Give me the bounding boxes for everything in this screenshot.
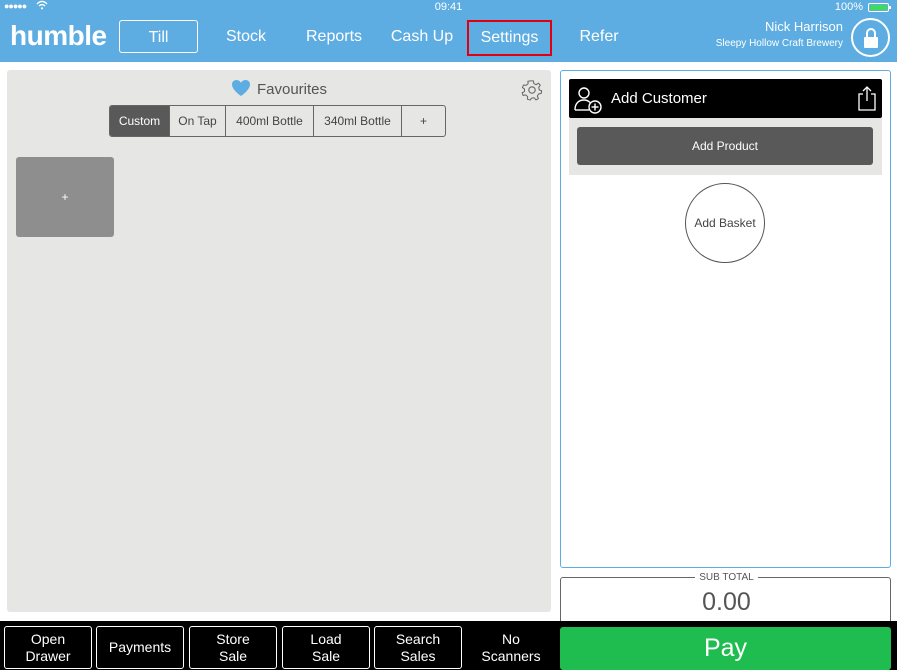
bottom-toolbar: Open Drawer Payments Store Sale Load Sal… bbox=[0, 621, 897, 670]
nav-stock[interactable]: Stock bbox=[211, 20, 281, 53]
payments-button[interactable]: Payments bbox=[96, 626, 184, 669]
heart-icon bbox=[231, 80, 250, 96]
share-icon[interactable] bbox=[856, 85, 878, 111]
app-header: humble Till Stock Reports Cash Up Settin… bbox=[0, 14, 897, 62]
nav-reports[interactable]: Reports bbox=[296, 20, 372, 53]
subtotal-label: SUB TOTAL bbox=[695, 572, 758, 583]
status-bar: ●●●●● 09:41 100% bbox=[0, 0, 897, 14]
lock-button[interactable] bbox=[851, 18, 890, 57]
no-scanners-status[interactable]: No Scanners bbox=[467, 626, 555, 669]
tab-custom[interactable]: Custom bbox=[110, 106, 169, 136]
open-drawer-button[interactable]: Open Drawer bbox=[4, 626, 92, 669]
clock: 09:41 bbox=[434, 1, 463, 13]
nav-till[interactable]: Till bbox=[119, 20, 198, 53]
nav-refer[interactable]: Refer bbox=[565, 20, 633, 53]
add-person-icon bbox=[574, 87, 602, 114]
subtotal-value: 0.00 bbox=[702, 588, 751, 616]
add-basket-button[interactable]: Add Basket bbox=[685, 183, 765, 263]
battery-icon bbox=[868, 3, 891, 12]
add-customer-button[interactable]: Add Customer bbox=[569, 79, 882, 118]
humble-logo: humble bbox=[10, 20, 107, 51]
add-tab-button[interactable]: + bbox=[401, 106, 445, 136]
favourites-panel: Favourites Custom On Tap 400ml Bottle 34… bbox=[7, 70, 551, 612]
favourites-tabs: Custom On Tap 400ml Bottle 340ml Bottle … bbox=[109, 105, 446, 137]
subtotal-box: SUB TOTAL 0.00 bbox=[560, 572, 891, 627]
add-product-button[interactable]: Add Product bbox=[577, 127, 873, 165]
tab-on-tap[interactable]: On Tap bbox=[169, 106, 225, 136]
company-name: Sleepy Hollow Craft Brewery bbox=[715, 38, 843, 49]
basket-panel: Add Customer Add Product Add Basket bbox=[560, 70, 891, 568]
gear-icon[interactable] bbox=[521, 79, 543, 101]
favourites-header: Favourites bbox=[7, 79, 551, 98]
user-info: Nick Harrison Sleepy Hollow Craft Brewer… bbox=[716, 19, 843, 49]
nav-cash-up[interactable]: Cash Up bbox=[384, 20, 460, 53]
add-favourite-tile[interactable]: + bbox=[16, 157, 114, 237]
tab-340ml-bottle[interactable]: 340ml Bottle bbox=[313, 106, 401, 136]
store-sale-button[interactable]: Store Sale bbox=[189, 626, 277, 669]
tab-400ml-bottle[interactable]: 400ml Bottle bbox=[225, 106, 313, 136]
pay-button[interactable]: Pay bbox=[560, 627, 891, 670]
user-name: Nick Harrison bbox=[764, 19, 843, 34]
nav-settings[interactable]: Settings bbox=[467, 20, 552, 56]
battery-percentage: 100% bbox=[834, 1, 863, 13]
add-customer-label: Add Customer bbox=[611, 90, 707, 107]
add-product-area: Add Product bbox=[569, 118, 882, 175]
search-sales-button[interactable]: Search Sales bbox=[374, 626, 462, 669]
load-sale-button[interactable]: Load Sale bbox=[282, 626, 370, 669]
favourites-title: Favourites bbox=[256, 81, 328, 98]
